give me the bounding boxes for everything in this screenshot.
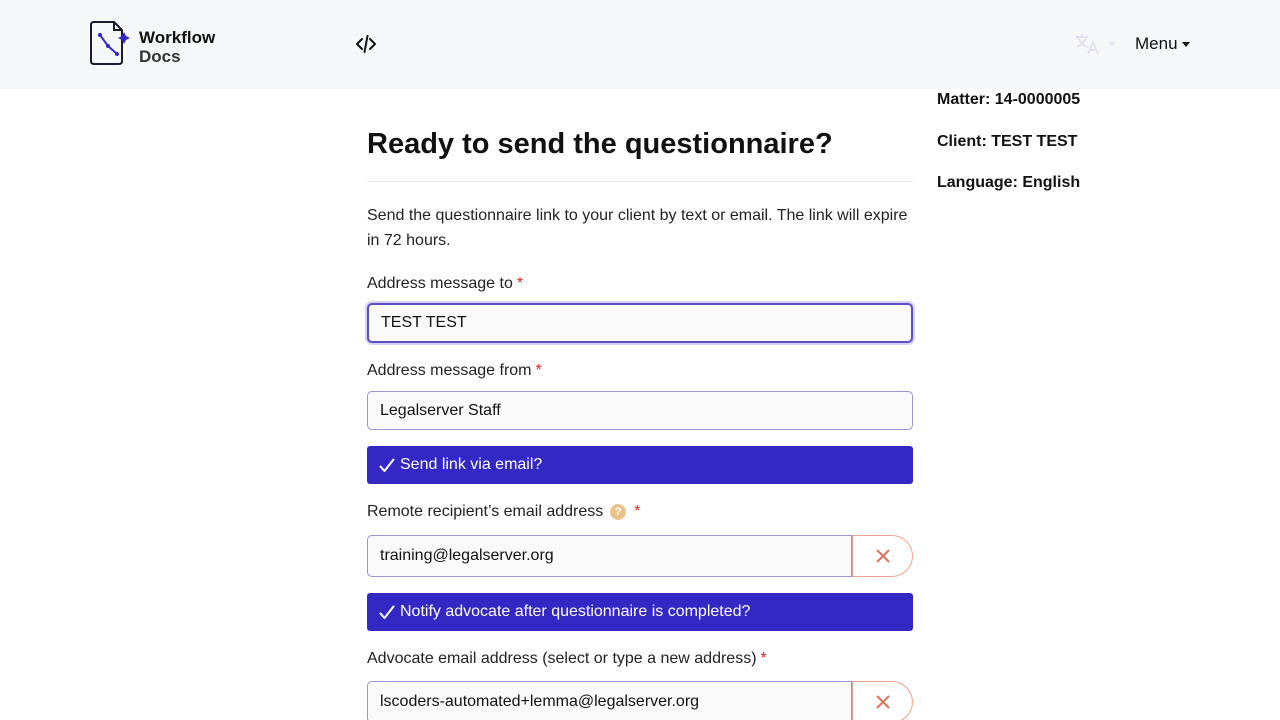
menu-label: Menu	[1135, 34, 1178, 53]
address-from-input[interactable]	[367, 391, 913, 430]
required-marker: *	[634, 503, 641, 520]
send-link-email-label: Send link via email?	[400, 456, 543, 473]
clear-advocate-email-button[interactable]	[852, 681, 913, 720]
clear-recipient-email-button[interactable]	[852, 535, 913, 577]
notify-advocate-label: Notify advocate after questionnaire is c…	[400, 603, 751, 620]
advocate-email-input[interactable]	[367, 681, 852, 720]
client-name: Client: TEST TEST	[937, 132, 1078, 150]
brand-link[interactable]: Workflow Docs	[87, 20, 215, 66]
matter-info: Matter: 14-0000005 Client: TEST TEST Lan…	[937, 91, 1080, 216]
main-content: Ready to send the questionnaire? Send th…	[367, 124, 913, 720]
required-marker: *	[535, 362, 542, 379]
intro-text: Send the questionnaire link to your clie…	[367, 207, 908, 249]
question-circle-icon[interactable]: ?	[610, 504, 627, 520]
navbar: Workflow Docs Menu	[0, 0, 1280, 89]
notify-advocate-toggle[interactable]: Notify advocate after questionnaire is c…	[367, 593, 913, 631]
recipient-email-label-text: Remote recipient’s email address	[367, 503, 604, 520]
recipient-email-combo	[367, 535, 913, 577]
workflow-docs-logo-icon	[90, 21, 130, 65]
advocate-email-combo	[367, 681, 913, 720]
check-icon	[379, 458, 395, 472]
divider	[367, 181, 913, 182]
check-icon	[379, 605, 395, 619]
matter-number: Matter: 14-0000005	[937, 91, 1081, 108]
recipient-email-label: Remote recipient’s email address ? *	[367, 501, 913, 523]
page-title: Ready to send the questionnaire?	[367, 128, 833, 160]
to-label: Address message to *	[367, 273, 913, 295]
caret-down-icon	[1181, 41, 1190, 47]
brand-subtitle: Docs	[139, 47, 181, 66]
code-icon[interactable]	[355, 33, 377, 55]
chevron-down-icon	[1108, 42, 1116, 46]
recipient-email-input[interactable]	[367, 535, 852, 577]
close-icon	[876, 549, 889, 563]
required-marker: *	[516, 275, 524, 292]
language: Language: English	[937, 174, 1081, 191]
address-to-input[interactable]	[367, 303, 913, 343]
send-link-email-toggle[interactable]: Send link via email?	[367, 446, 913, 484]
advocate-email-label: Advocate email address (select or type a…	[367, 648, 913, 670]
close-icon	[876, 695, 889, 709]
menu-dropdown[interactable]: Menu	[1135, 34, 1190, 54]
language-toggle[interactable]	[1074, 32, 1116, 56]
from-label-text: Address message from	[367, 362, 532, 379]
brand-title: Workflow	[139, 28, 216, 47]
brand-text: Workflow Docs	[139, 28, 215, 66]
advocate-email-label-text: Advocate email address (select or type a…	[367, 650, 757, 667]
to-label-text: Address message to	[367, 275, 513, 292]
translate-icon	[1076, 34, 1099, 55]
required-marker: *	[760, 650, 767, 667]
from-label: Address message from *	[367, 360, 913, 382]
